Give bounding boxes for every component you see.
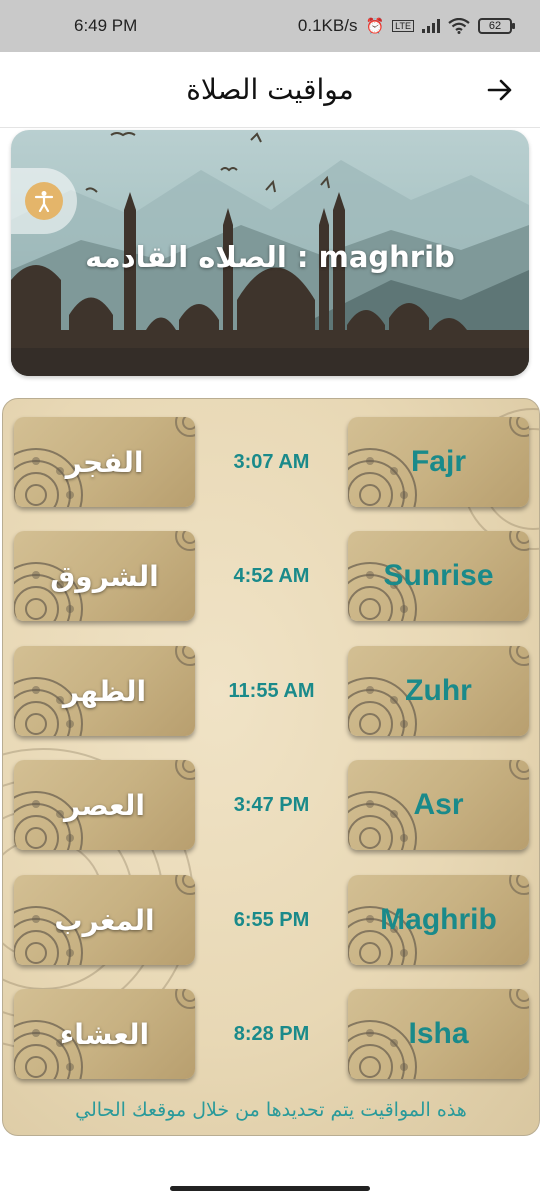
prayer-name-arabic: العصر xyxy=(64,788,145,822)
battery-level: 62 xyxy=(488,20,502,32)
status-icons: 0.1KB/s ⏰ LTE 62 xyxy=(297,16,515,36)
prayer-name-english: Zuhr xyxy=(405,674,472,707)
corner-ornament-icon xyxy=(509,875,529,895)
corner-ornament-icon xyxy=(175,531,195,551)
prayer-time: 3:47 PM xyxy=(233,793,310,816)
prayer-row: الفجر 3:07 AM Fajr xyxy=(3,417,539,507)
home-indicator[interactable] xyxy=(170,1186,370,1191)
prayer-arabic-tile[interactable]: العشاء xyxy=(14,989,195,1079)
prayer-name-english: Asr xyxy=(413,788,464,821)
wifi-icon xyxy=(448,18,470,34)
corner-ornament-icon xyxy=(175,760,195,780)
prayer-name-english: Fajr xyxy=(410,445,467,478)
prayer-times-panel: الفجر 3:07 AM Fajr الشروق 4:52 AM Sunrise الظه… xyxy=(2,398,540,1136)
prayer-time: 8:28 PM xyxy=(233,1022,310,1045)
volte-icon: LTE xyxy=(392,20,414,32)
app-bar: مواقيت الصلاة xyxy=(0,52,540,128)
prayer-row: العشاء 8:28 PM Isha xyxy=(3,989,539,1079)
next-prayer-banner: الصلاه القادمه : maghrib xyxy=(11,130,529,376)
corner-ornament-icon xyxy=(509,417,529,437)
page-title: مواقيت الصلاة xyxy=(186,73,354,106)
prayer-row: المغرب 6:55 PM Maghrib xyxy=(3,875,539,965)
prayer-english-tile[interactable]: Fajr xyxy=(348,417,529,507)
back-button[interactable] xyxy=(484,74,516,106)
prayer-name-arabic: الشروق xyxy=(50,559,159,593)
prayer-name-english: Isha xyxy=(408,1017,469,1050)
prayer-time: 6:55 PM xyxy=(233,908,310,931)
rosette-ornament-icon xyxy=(348,448,417,507)
signal-icon xyxy=(422,19,440,33)
next-prayer-label: الصلاه القادمه : maghrib xyxy=(85,240,455,274)
corner-ornament-icon xyxy=(509,646,529,666)
status-time: 6:49 PM xyxy=(74,16,138,35)
accessibility-button[interactable] xyxy=(11,168,77,234)
prayer-name-arabic: المغرب xyxy=(54,903,155,937)
corner-ornament-icon xyxy=(509,989,529,1009)
prayer-english-tile[interactable]: Asr xyxy=(348,760,529,850)
rosette-ornament-icon xyxy=(348,791,417,850)
corner-ornament-icon xyxy=(175,417,195,437)
corner-ornament-icon xyxy=(509,531,529,551)
corner-ornament-icon xyxy=(175,646,195,666)
prayer-time: 4:52 AM xyxy=(233,564,310,587)
prayer-name-arabic: العشاء xyxy=(59,1017,150,1051)
accessibility-icon-circle xyxy=(25,182,63,220)
accessibility-icon xyxy=(34,191,54,212)
prayer-english-tile[interactable]: Isha xyxy=(348,989,529,1079)
prayer-arabic-tile[interactable]: الفجر xyxy=(14,417,195,507)
prayer-time: 3:07 AM xyxy=(233,450,310,473)
prayer-english-tile[interactable]: Maghrib xyxy=(348,875,529,965)
location-note: هذه المواقيت يتم تحديدها من خلال موقعك ا… xyxy=(75,1099,467,1121)
battery-icon: 62 xyxy=(478,18,515,34)
status-bar: 6:49 PM 0.1KB/s ⏰ LTE 62 xyxy=(0,0,540,52)
prayer-time: 11:55 AM xyxy=(228,679,315,702)
alarm-icon: ⏰ xyxy=(365,18,385,35)
prayer-arabic-tile[interactable]: الشروق xyxy=(14,531,195,621)
prayer-row: الظهر 11:55 AM Zuhr xyxy=(3,646,539,736)
corner-ornament-icon xyxy=(509,760,529,780)
arrow-right-icon xyxy=(487,79,512,101)
corner-ornament-icon xyxy=(175,875,195,895)
prayer-row: الشروق 4:52 AM Sunrise xyxy=(3,531,539,621)
net-speed: 0.1KB/s xyxy=(297,16,358,35)
prayer-english-tile[interactable]: Sunrise xyxy=(348,531,529,621)
prayer-name-english: Maghrib xyxy=(380,903,497,936)
prayer-english-tile[interactable]: Zuhr xyxy=(348,646,529,736)
prayer-arabic-tile[interactable]: العصر xyxy=(14,760,195,850)
prayer-arabic-tile[interactable]: الظهر xyxy=(14,646,195,736)
prayer-name-english: Sunrise xyxy=(383,559,494,592)
prayer-arabic-tile[interactable]: المغرب xyxy=(14,875,195,965)
corner-ornament-icon xyxy=(175,989,195,1009)
prayer-name-arabic: الفجر xyxy=(65,445,144,479)
prayer-name-arabic: الظهر xyxy=(62,674,147,708)
prayer-row: العصر 3:47 PM Asr xyxy=(3,760,539,850)
